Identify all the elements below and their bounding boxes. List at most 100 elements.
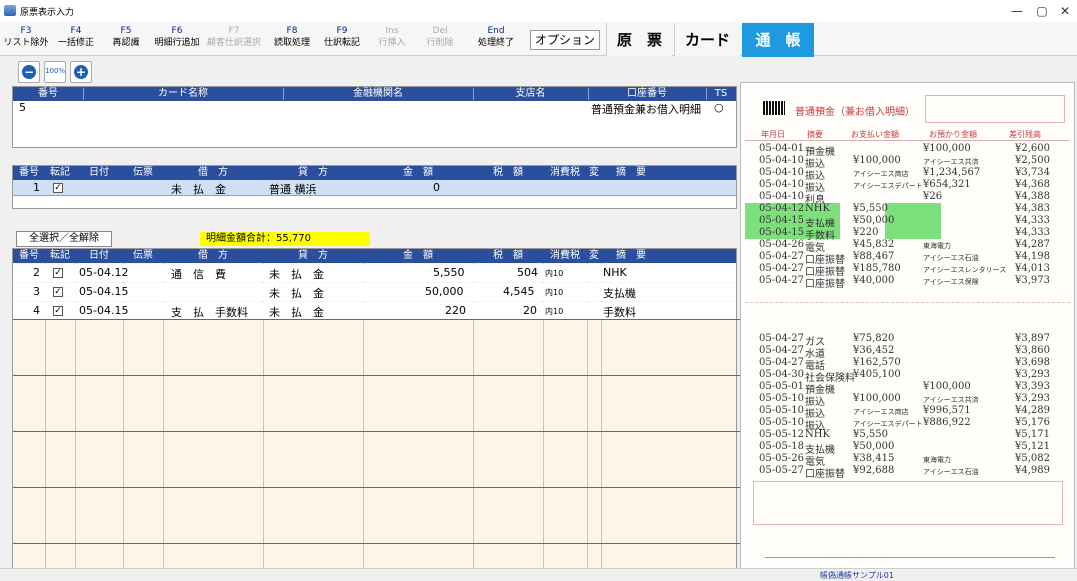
ledger-cell: NHK [805,429,830,440]
card-table: 番号 カード名称 金融機関名 支店名 口座番号 TS 5 普通預金兼お借入明細 … [12,86,737,148]
ledger-cell: ¥5,171 [1015,429,1050,440]
table-row[interactable]: 1 ✓ 未 払 金 普通 横浜 0 [13,180,736,196]
select-all-button[interactable]: 全選択／全解除 [16,231,112,247]
ledger-cell: 05-05-27 [759,465,804,476]
zoom-bar [0,56,740,86]
tax-amount: 4,545 [503,285,535,298]
ledger-cell: アイシーエス商店 [853,170,909,178]
ledger-cell: ¥4,287 [1015,239,1050,250]
ledger-cell: 05-04-12 [759,203,804,214]
minimize-icon[interactable]: — [1005,2,1029,20]
end-button[interactable]: End 処理終了 [470,25,522,55]
f6-button[interactable]: F6 明細行追加 [150,25,204,55]
tab-card[interactable]: カード [674,23,740,57]
table-row[interactable]: 3 ✓ 05-04.15 未 払 金 50,000 4,545 内10 支払機 [13,283,736,301]
f9-button[interactable]: F9 仕訳転記 [318,25,366,55]
f3-button[interactable]: F3 リスト除外 [2,25,50,55]
ledger-cell: ¥1,234,567 [923,167,981,178]
ledger-cell: ¥5,550 [853,429,888,440]
ledger-cell: ¥886,922 [923,417,971,428]
ledger-cell: ¥3,897 [1015,333,1050,344]
ledger-cell: 05-05-01 [759,381,804,392]
tab-tsucho[interactable]: 通 帳 [742,23,814,57]
col-header: 税 額 [493,167,523,178]
ledger-cell: 05-04-30 [759,369,804,380]
passbook-title: 普通預金（兼お借入明細） [795,107,915,118]
amount: 5,550 [433,266,465,279]
zoom-reset-button[interactable]: 100% [44,61,66,83]
ledger-cell: ¥4,989 [1015,465,1050,476]
col-header: 借 方 [198,250,228,261]
detail-table-header: 番号 転記 日付 伝票 借 方 貸 方 金 額 税 額 消費税 変 摘 要 [13,249,736,263]
ledger-cell: アイシーエス共済 [923,158,979,166]
table-row[interactable]: 2 ✓ 05-04.12 通 信 費 未 払 金 5,550 504 内10 N… [13,264,736,282]
col-header: 番号 [19,250,39,261]
transfer-checkbox[interactable]: ✓ [53,268,63,278]
ledger-cell: ¥4,013 [1015,263,1050,274]
memo: NHK [603,266,627,279]
zoom-in-button[interactable]: + [70,61,92,83]
f7-button[interactable]: F7 顧客仕訳選択 [204,25,264,55]
ledger-cell: 口座振替 [805,279,845,290]
ledger-cell: ¥405,100 [853,369,901,380]
ledger-cell: 05-04-10 [759,191,804,202]
table-row[interactable]: 4 ✓ 05-04.15 支 払 手数料 未 払 金 220 20 内10 手数… [13,302,736,319]
option-button[interactable]: オプション [530,30,600,50]
ins-button[interactable]: Ins 行挿入 [372,25,412,55]
row-date: 05-04.15 [79,304,129,317]
col-header: 番号 [38,88,58,99]
ledger-cell: ¥100,000 [923,381,971,392]
tab-genpyo[interactable]: 原 票 [606,23,672,57]
ledger-cell: アイシーエス商店 [853,408,909,416]
zoom-out-button[interactable]: − [18,61,40,83]
ledger-cell: ¥654,321 [923,179,971,190]
ledger-row: 05-05-12 NHK ¥5,550 ¥5,171 [745,429,1070,441]
ledger-cell: ¥5,176 [1015,417,1050,428]
amount: 220 [445,304,466,317]
col-header: 借 方 [198,167,228,178]
close-icon[interactable]: ✕ [1053,2,1077,20]
ledger-cell: ¥4,333 [1015,227,1050,238]
ledger-cell: NHK [805,203,830,214]
transfer-checkbox[interactable]: ✓ [53,183,63,193]
col-header: カード名称 [158,88,208,99]
ledger-cell: ¥3,293 [1015,369,1050,380]
col-header: 転記 [50,167,70,178]
ledger-row: 05-04-01 預金機 ¥100,000 ¥2,600 [745,143,1070,158]
zoom-in-icon: + [74,65,88,79]
account-number: 普通預金兼お借入明細 [591,103,701,116]
passbook-image-pane[interactable]: 普通預金（兼お借入明細） 年月日 摘要 お支払い金額 お預かり金額 差引残高 0… [740,82,1075,572]
f5-button[interactable]: F5 再認識 [106,25,146,55]
ledger-cell: ¥4,383 [1015,203,1050,214]
ledger-cell: ¥92,688 [853,465,895,476]
ledger-row: 05-05-10 振込 アイシーエスデパート ¥886,922 ¥5,176 [745,417,1070,432]
ledger-cell: ¥36,452 [853,345,895,356]
entry-table-header: 番号 転記 日付 伝票 借 方 貸 方 金 額 税 額 消費税 変 摘 要 [13,166,736,180]
f4-button[interactable]: F4 一括修正 [52,25,100,55]
ledger-row: 05-04-12 NHK ¥5,550 ¥4,383 [745,203,1070,215]
transfer-checkbox[interactable]: ✓ [53,287,63,297]
ledger-cell: アイシーエスデパート [853,420,923,428]
ledger-cell: 05-05-26 [759,453,804,464]
del-button[interactable]: Del 行削除 [420,25,460,55]
ledger-cell: 05-04-15 [759,227,804,238]
ledger-cell: 05-04-10 [759,155,804,166]
ledger-row: 05-04-27 口座振替 ¥185,780 アイシーエスレンタリース ¥4,013 [745,263,1070,278]
ledger-cell: アイシーエス保険 [923,278,979,286]
ledger-cell: アイシーエス石油 [923,468,979,476]
transfer-checkbox[interactable]: ✓ [53,306,63,316]
col-header: 金 額 [403,167,433,178]
maximize-icon[interactable]: ▢ [1030,2,1054,20]
table-row[interactable]: 5 普通預金兼お借入明細 ○ [13,101,736,116]
ledger-cell: 05-04-01 [759,143,804,154]
f8-button[interactable]: F8 読取処理 [268,25,316,55]
passbook-notice [925,95,1065,123]
col-header: 伝票 [133,167,153,178]
ledger-row: 05-04-10 振込 アイシーエス商店 ¥1,234,567 ¥3,734 [745,167,1070,182]
row-number: 3 [33,285,40,298]
ledger-cell: ¥26 [923,191,943,202]
ledger-row: 05-04-30 社会保険料 ¥405,100 ¥3,293 [745,369,1070,384]
ledger-cell: ¥4,368 [1015,179,1050,190]
title-bar: 原票表示入力 — ▢ ✕ [0,0,1077,22]
ledger-cell: 05-04-27 [759,357,804,368]
